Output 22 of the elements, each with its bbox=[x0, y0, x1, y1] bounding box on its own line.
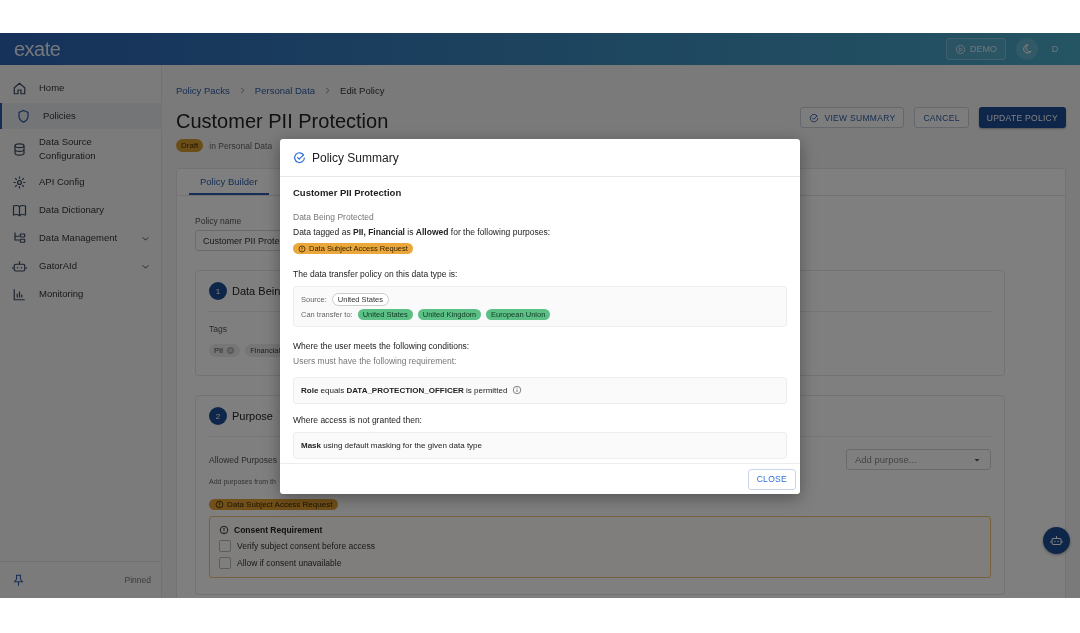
policy-name: Customer PII Protection bbox=[293, 187, 403, 198]
tags-label: Tags bbox=[209, 324, 227, 334]
section-title: Purpose bbox=[232, 410, 273, 422]
consent-title: Consent Requirement bbox=[234, 525, 323, 535]
step-number: 2 bbox=[209, 407, 227, 425]
step-number: 1 bbox=[209, 282, 227, 300]
breadcrumb-current: Edit Policy bbox=[340, 84, 385, 96]
dialog-title: Policy Summary bbox=[312, 150, 399, 165]
condition-text: Role equals DATA_PROTECTION_OFFICER is permitted bbox=[301, 385, 508, 395]
conditions-title: Where the user meets the following conditions: bbox=[293, 340, 471, 351]
summary-text: Data tagged as PII, Financial is Allowed for the following purposes: bbox=[293, 227, 552, 237]
allowed-purposes-label: Allowed Purposes bbox=[209, 454, 278, 465]
fallback-title: Where access is not granted then: bbox=[293, 414, 423, 425]
checkbox-label: Verify subject consent before access bbox=[237, 541, 375, 551]
page-title: Customer PII Protection bbox=[176, 109, 390, 133]
conditions-hint: Users must have the following requirement: bbox=[293, 355, 458, 366]
checkbox-label: Allow if consent unavailable bbox=[237, 558, 342, 568]
transfer-intro: The data transfer policy on this data type is: bbox=[293, 268, 459, 279]
section-label: Data Being Protected bbox=[293, 212, 375, 222]
field-label: Policy name bbox=[195, 216, 242, 226]
fallback-text: Mask using default masking for the given data type bbox=[301, 440, 482, 450]
section-title: Data Bein bbox=[232, 285, 281, 297]
